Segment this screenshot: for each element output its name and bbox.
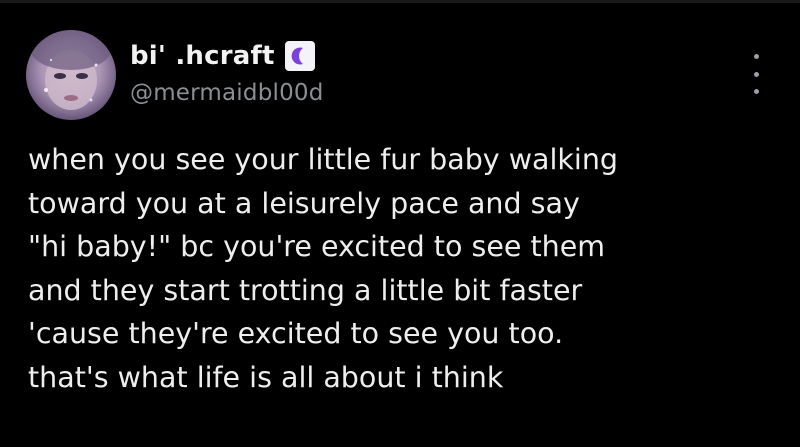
display-name[interactable]: bi' .hcraft bbox=[130, 41, 275, 71]
top-divider bbox=[0, 0, 800, 3]
vertical-ellipsis-icon bbox=[753, 54, 759, 59]
tweet-text-line: toward you at a leisurely pace and say bbox=[28, 186, 580, 220]
display-name-row: bi' .hcraft bbox=[130, 38, 324, 74]
avatar[interactable] bbox=[26, 30, 116, 120]
tweet-text: when you see your little fur baby walkin… bbox=[28, 138, 788, 399]
crescent-moon-icon bbox=[284, 41, 315, 71]
tweet-text-line: that's what life is all about i think bbox=[28, 360, 504, 394]
tweet-text-line: when you see your little fur baby walkin… bbox=[28, 143, 618, 176]
user-handle[interactable]: @mermaidbl00d bbox=[130, 80, 324, 106]
tweet-text-line: 'cause they're excited to see you too. bbox=[28, 317, 564, 350]
more-options-button[interactable] bbox=[744, 54, 768, 94]
tweet-text-line: "hi baby!" bc you're excited to see them bbox=[28, 230, 605, 263]
tweet-text-line: and they start trotting a little bit fas… bbox=[28, 273, 583, 307]
tweet-header: bi' .hcraft @mermaidbl00d bbox=[130, 38, 324, 106]
